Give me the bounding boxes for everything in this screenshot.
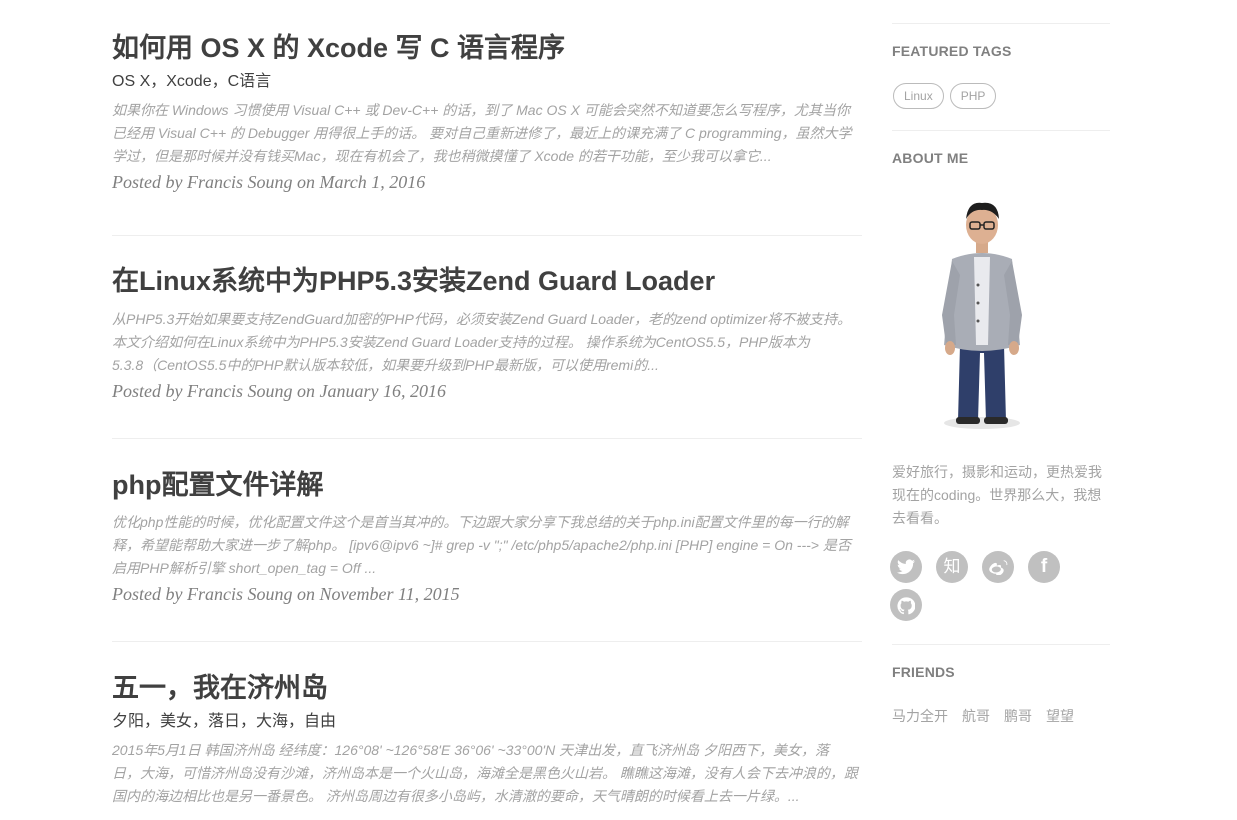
post-excerpt: 从PHP5.3开始如果要支持ZendGuard加密的PHP代码，必须安装Zend… xyxy=(112,308,862,377)
excerpt-line: 已经用 Visual C++ 的 Debugger 用得很上手的话。 要对自己重… xyxy=(112,125,852,141)
post-divider xyxy=(112,438,862,439)
post-excerpt: 如果你在 Windows 习惯使用 Visual C++ 或 Dev-C++ 的… xyxy=(112,99,862,168)
about-me-title: ABOUT ME xyxy=(892,150,969,166)
sidebar-divider xyxy=(892,644,1110,645)
featured-tags-title: FEATURED TAGS xyxy=(892,43,1012,59)
excerpt-line: 从PHP5.3开始如果要支持ZendGuard加密的PHP代码，必须安装Zend… xyxy=(112,311,852,327)
excerpt-line: 国内的海边相比也是另一番景色。 济州岛周边有很多小岛屿，水清澈的要命，天气晴朗的… xyxy=(112,788,800,804)
post-title[interactable]: php配置文件详解 xyxy=(112,468,862,502)
excerpt-line: 5.3.8（CentOS5.5中的PHP默认版本较低，如果要升级到PHP最新版，… xyxy=(112,357,659,373)
friend-link[interactable]: 航哥 xyxy=(962,708,990,724)
friends-title: FRIENDS xyxy=(892,664,955,680)
zhihu-icon[interactable]: 知 xyxy=(936,551,968,583)
friends-list: 马力全开 航哥 鹏哥 望望 xyxy=(892,706,1088,726)
post-title[interactable]: 在Linux系统中为PHP5.3安装Zend Guard Loader xyxy=(112,264,862,298)
excerpt-line: 优化php性能的时候，优化配置文件这个是首当其冲的。下边跟大家分享下我总结的关于… xyxy=(112,514,849,530)
excerpt-line: 日，大海，可惜济州岛没有沙滩，济州岛本是一个火山岛，海滩全是黑色火山岩。 瞧瞧这… xyxy=(112,765,858,781)
about-me-text: 爱好旅行，摄影和运动，更热爱我现在的coding。世界那么大，我想去看看。 xyxy=(892,464,1102,526)
post-excerpt: 优化php性能的时候，优化配置文件这个是首当其冲的。下边跟大家分享下我总结的关于… xyxy=(112,511,862,580)
sidebar-divider xyxy=(892,23,1110,24)
excerpt-line: 本文介绍如何在Linux系统中为PHP5.3安装Zend Guard Loade… xyxy=(112,334,810,350)
sidebar-divider xyxy=(892,130,1110,131)
post-meta: Posted by Francis Soung on November 11, … xyxy=(112,584,460,604)
post-divider xyxy=(112,641,862,642)
tag-link[interactable]: PHP xyxy=(949,83,997,109)
tag-cloud: Linux PHP xyxy=(893,83,1002,109)
post-preview: 五一，我在济州岛 夕阳，美女，落日，大海，自由 2015年5月1日 韩国济州岛 … xyxy=(112,671,862,808)
friend-link[interactable]: 望望 xyxy=(1046,708,1074,724)
excerpt-line: 如果你在 Windows 习惯使用 Visual C++ 或 Dev-C++ 的… xyxy=(112,102,850,118)
post-subtitle: OS X，Xcode，C语言 xyxy=(112,73,272,90)
post-excerpt: 2015年5月1日 韩国济州岛 经纬度：126°08' ~126°58'E 36… xyxy=(112,739,862,808)
post-preview: 如何用 OS X 的 Xcode 写 C 语言程序 OS X，Xcode，C语言… xyxy=(112,31,862,194)
excerpt-line: 2015年5月1日 韩国济州岛 经纬度：126°08' ~126°58'E 36… xyxy=(112,742,829,758)
post-meta: Posted by Francis Soung on January 16, 2… xyxy=(112,381,446,401)
twitter-icon[interactable] xyxy=(890,551,922,583)
friend-link[interactable]: 马力全开 xyxy=(892,708,948,724)
avatar xyxy=(942,202,1022,429)
post-preview: 在Linux系统中为PHP5.3安装Zend Guard Loader 从PHP… xyxy=(112,264,862,403)
tag-link[interactable]: Linux xyxy=(893,83,944,109)
excerpt-line: 启用PHP解析引擎 short_open_tag = Off ... xyxy=(112,560,377,576)
post-meta: Posted by Francis Soung on March 1, 2016 xyxy=(112,172,426,192)
excerpt-line: 释，希望能帮助大家进一步了解php。 [ipv6@ipv6 ~]# grep -… xyxy=(112,537,851,553)
weibo-icon[interactable] xyxy=(982,551,1014,583)
post-subtitle: 夕阳，美女，落日，大海，自由 xyxy=(112,713,337,730)
friend-link[interactable]: 鹏哥 xyxy=(1004,708,1032,724)
post-divider xyxy=(112,235,862,236)
excerpt-line: 学过，但是那时候并没有钱买Mac，现在有机会了，我也稍微摸懂了 Xcode 的若… xyxy=(112,148,772,164)
post-title[interactable]: 五一，我在济州岛 xyxy=(112,671,862,705)
post-title[interactable]: 如何用 OS X 的 Xcode 写 C 语言程序 xyxy=(112,31,862,65)
facebook-icon[interactable]: f xyxy=(1028,551,1060,583)
post-preview: php配置文件详解 优化php性能的时候，优化配置文件这个是首当其冲的。下边跟大… xyxy=(112,468,862,606)
github-icon[interactable] xyxy=(890,589,922,621)
